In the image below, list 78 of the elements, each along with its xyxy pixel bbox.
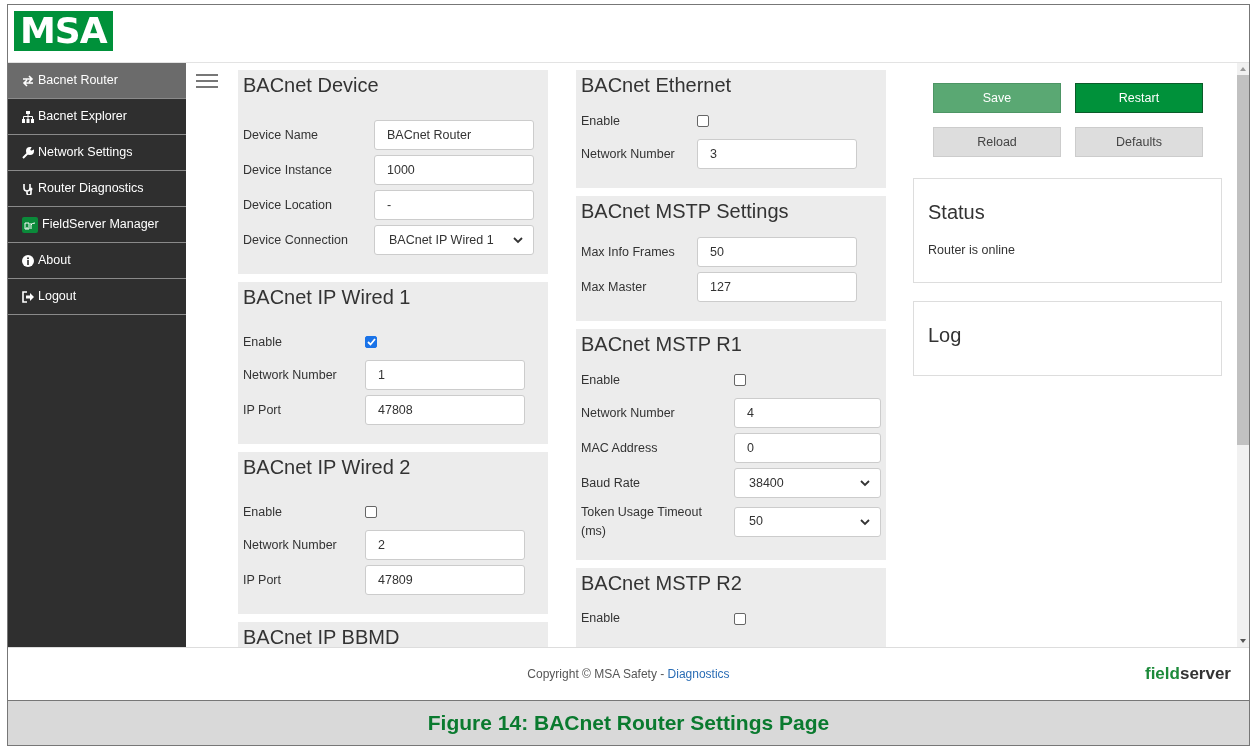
checkbox[interactable] bbox=[365, 506, 377, 518]
status-text: Router is online bbox=[928, 242, 1016, 259]
figure-caption: Figure 14: BACnet Router Settings Page bbox=[7, 700, 1250, 746]
diagnostics-link[interactable]: Diagnostics bbox=[667, 664, 730, 683]
checkbox[interactable] bbox=[734, 374, 746, 386]
input-field[interactable]: 2 bbox=[365, 530, 525, 560]
caret-icon bbox=[860, 517, 870, 526]
sidebar-item[interactable]: About bbox=[8, 243, 186, 279]
checkbox[interactable] bbox=[734, 612, 746, 625]
input-field[interactable]: 1 bbox=[365, 360, 525, 390]
sidebar-item[interactable]: Bacnet Explorer bbox=[8, 99, 186, 135]
panel-title: BACnet Ethernet bbox=[581, 74, 733, 96]
arrows-icon bbox=[22, 74, 34, 87]
panel-title: BACnet IP BBMD bbox=[243, 626, 401, 647]
input-field[interactable]: BACnet Router bbox=[374, 120, 534, 150]
field-label: MAC Address bbox=[581, 439, 659, 457]
dropdown[interactable]: 38400 bbox=[734, 468, 881, 498]
field-label: IP Port bbox=[243, 401, 282, 419]
sidebar-item[interactable]: Bacnet Router bbox=[8, 63, 186, 99]
input-field[interactable]: 3 bbox=[697, 139, 857, 169]
action-button[interactable]: Defaults bbox=[1075, 127, 1203, 157]
logout-icon bbox=[22, 290, 34, 303]
caret-icon bbox=[513, 236, 523, 244]
panel-title: BACnet MSTP R1 bbox=[581, 333, 743, 355]
scrollbar[interactable] bbox=[1237, 63, 1249, 647]
stethoscope-icon bbox=[22, 182, 34, 195]
input-field[interactable]: 47808 bbox=[365, 395, 525, 425]
msa-logo: MSA bbox=[14, 11, 113, 51]
sidebar-item[interactable]: Router Diagnostics bbox=[8, 171, 186, 207]
panel-title: BACnet MSTP Settings bbox=[581, 200, 790, 222]
input-field[interactable]: 0 bbox=[734, 433, 881, 463]
menu-icon[interactable] bbox=[196, 73, 218, 89]
app-icon bbox=[22, 216, 38, 233]
action-button[interactable]: Restart bbox=[1075, 83, 1203, 113]
wrench-icon bbox=[22, 146, 34, 159]
card-title: Log bbox=[928, 322, 963, 348]
field-label: Network Number bbox=[581, 404, 676, 422]
fieldserver-logo: fieldserver bbox=[1145, 662, 1231, 685]
field-label: Device Location bbox=[243, 196, 333, 214]
field-label: Enable bbox=[581, 371, 621, 389]
checkbox[interactable] bbox=[365, 336, 377, 348]
field-label: Device Instance bbox=[243, 161, 333, 179]
field-label: Device Connection bbox=[243, 231, 349, 249]
input-field[interactable]: 1000 bbox=[374, 155, 534, 185]
field-label: IP Port bbox=[243, 571, 282, 589]
dropdown[interactable]: BACnet IP Wired 1 bbox=[374, 225, 534, 255]
input-field[interactable]: 47809 bbox=[365, 565, 525, 595]
input-field[interactable]: 50 bbox=[697, 237, 857, 267]
caret-icon bbox=[860, 479, 870, 487]
dropdown[interactable]: 50 bbox=[734, 506, 881, 537]
panel-title: BACnet MSTP R2 bbox=[581, 571, 743, 594]
panel-title: BACnet IP Wired 2 bbox=[243, 456, 412, 478]
field-label: Enable bbox=[243, 333, 283, 351]
action-button[interactable]: Reload bbox=[933, 127, 1061, 157]
field-label: Max Info Frames bbox=[581, 243, 676, 261]
sidebar-item[interactable]: Logout bbox=[8, 279, 186, 315]
input-field[interactable]: 4 bbox=[734, 398, 881, 428]
field-label: Max Master bbox=[581, 278, 648, 296]
copyright-text: Copyright © MSA Safety - bbox=[527, 665, 666, 683]
field-label: Enable bbox=[581, 610, 621, 628]
sidebar-item[interactable]: Network Settings bbox=[8, 135, 186, 171]
field-label: Network Number bbox=[581, 145, 676, 163]
field-label: Network Number bbox=[243, 536, 338, 554]
field-label: Device Name bbox=[243, 126, 320, 144]
sidebar-item[interactable]: FieldServer Manager bbox=[8, 207, 186, 243]
field-label: Enable bbox=[581, 112, 621, 130]
input-field[interactable]: - bbox=[374, 190, 534, 220]
input-field[interactable]: 127 bbox=[697, 272, 857, 302]
field-label: Network Number bbox=[243, 366, 338, 384]
field-label: Token Usage Timeout (ms) bbox=[581, 504, 703, 540]
sitemap-icon bbox=[22, 110, 34, 123]
info-icon bbox=[22, 254, 34, 267]
field-label: Enable bbox=[243, 503, 283, 521]
panel-title: BACnet IP Wired 1 bbox=[243, 286, 412, 308]
card-title: Status bbox=[928, 200, 986, 225]
checkbox[interactable] bbox=[697, 115, 709, 127]
field-label: Baud Rate bbox=[581, 474, 642, 492]
panel-title: BACnet Device bbox=[243, 74, 380, 96]
